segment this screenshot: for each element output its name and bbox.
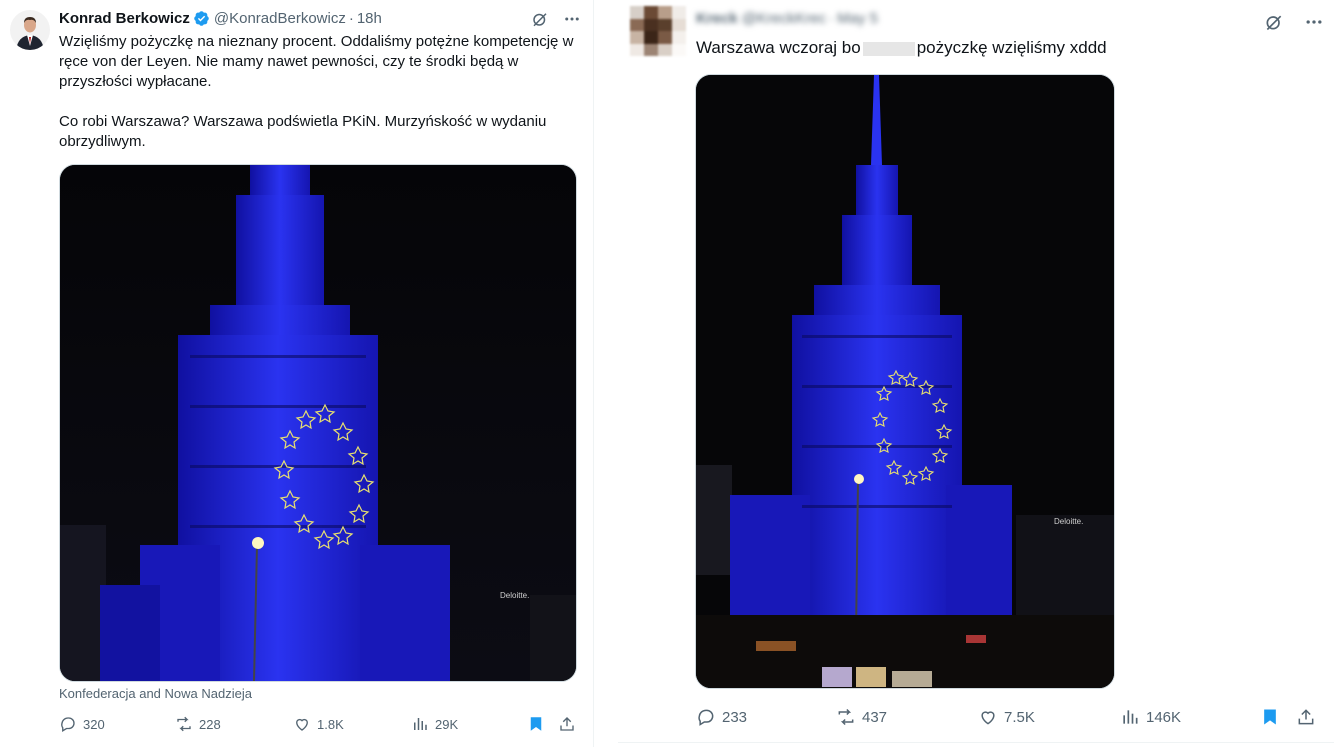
grok-icon[interactable] [1264, 12, 1284, 32]
tweet-actions: 320 228 1.8K 29K [59, 714, 579, 734]
repost-button[interactable]: 228 [175, 715, 221, 733]
views-count: 146K [1146, 708, 1182, 726]
share-icon [558, 715, 576, 733]
more-icon[interactable] [1304, 12, 1324, 32]
separator-dot: · [829, 10, 835, 27]
like-count: 1.8K [317, 716, 344, 732]
repost-icon [836, 707, 856, 727]
grok-icon[interactable] [531, 10, 549, 28]
author-name[interactable]: Konrad Berkowicz [59, 10, 190, 27]
reply-count: 320 [83, 716, 105, 732]
tweet-time[interactable]: 18h [357, 10, 382, 27]
divider [594, 0, 618, 747]
photo-caption[interactable]: Konfederacja and Nowa Nadzieja [59, 686, 252, 701]
tweet-text-part-2: pożyczkę wzięliśmy xddd [916, 38, 1107, 57]
avatar[interactable] [10, 10, 50, 50]
share-button[interactable] [558, 715, 576, 733]
reply-button[interactable]: 320 [59, 715, 105, 733]
bookmark-icon [527, 715, 545, 733]
like-icon [978, 707, 998, 727]
tweet-photo[interactable]: Deloitte. [695, 74, 1115, 689]
tweet-left: Konrad Berkowicz @KonradBerkowicz · 18h … [0, 0, 594, 747]
separator-dot: · [348, 10, 354, 27]
reply-icon [59, 715, 77, 733]
like-button[interactable]: 7.5K [978, 707, 1035, 727]
bookmark-icon [1260, 707, 1280, 727]
author-name[interactable]: Kreck [696, 10, 738, 27]
sign-text: Deloitte. [1054, 517, 1083, 526]
bookmark-button[interactable] [527, 715, 545, 733]
bookmark-button[interactable] [1260, 707, 1280, 727]
bottom-divider [618, 742, 1334, 743]
sign-text: Deloitte. [500, 591, 529, 600]
reply-button[interactable]: 233 [696, 707, 747, 727]
reply-count: 233 [722, 708, 748, 726]
repost-icon [175, 715, 193, 733]
like-icon [293, 715, 311, 733]
share-icon [1296, 707, 1316, 727]
views-button[interactable]: 29K [411, 715, 458, 733]
tweet-header: Konrad Berkowicz @KonradBerkowicz · 18h [59, 10, 382, 27]
repost-count: 437 [862, 708, 888, 726]
like-count: 7.5K [1004, 708, 1035, 726]
tweet-top-actions [1264, 12, 1324, 32]
tweet-top-actions [531, 10, 581, 28]
views-icon [1120, 707, 1140, 727]
more-icon[interactable] [563, 10, 581, 28]
repost-button[interactable]: 437 [836, 707, 887, 727]
tweet-text: Warszawa wczoraj bo pożyczkę wzięliśmy xd… [696, 37, 1107, 59]
avatar[interactable] [630, 6, 686, 56]
tweet-text: Wzięliśmy pożyczkę na nieznany procent. … [59, 33, 574, 150]
verified-badge-icon [193, 10, 210, 27]
tweet-header: Kreck @KreckKrec · May 5 [696, 10, 878, 27]
views-count: 29K [435, 716, 459, 732]
views-icon [411, 715, 429, 733]
author-handle[interactable]: @KonradBerkowicz [214, 10, 346, 27]
like-button[interactable]: 1.8K [293, 715, 344, 733]
tweet-actions: 233 437 7.5K 146K [696, 706, 1316, 728]
tweet-text-part-1: Warszawa wczoraj bo [696, 38, 861, 57]
repost-count: 228 [199, 716, 221, 732]
views-button[interactable]: 146K [1120, 707, 1181, 727]
redacted-block [862, 41, 915, 56]
reply-icon [696, 707, 716, 727]
tweet-time[interactable]: May 5 [837, 10, 878, 27]
tweet-photo[interactable]: Deloitte. [59, 164, 577, 682]
author-handle[interactable]: @KreckKrec [742, 10, 826, 27]
share-button[interactable] [1296, 707, 1316, 727]
